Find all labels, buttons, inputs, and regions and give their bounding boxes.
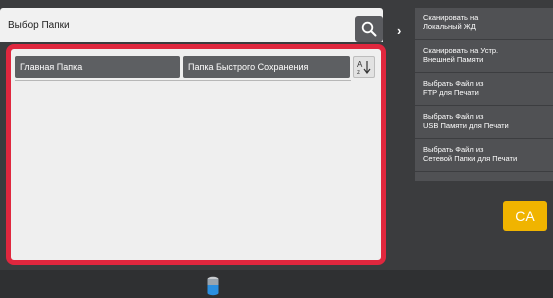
menu-item-scan-local-hdd[interactable]: Сканировать на Локальный ЖД bbox=[415, 8, 553, 40]
menu-item-line: Выбрать Файл из bbox=[423, 79, 484, 88]
tab-divider bbox=[15, 80, 351, 81]
chevron-right-icon[interactable]: › bbox=[397, 23, 401, 38]
main-folder-tab[interactable]: Главная Папка bbox=[15, 56, 180, 78]
bottom-bar bbox=[0, 270, 553, 298]
screen: Выбор Папки Главная Папка Папка Быстрого… bbox=[0, 0, 553, 298]
right-menu: Сканировать на Локальный ЖД Сканировать … bbox=[415, 8, 553, 181]
search-button[interactable] bbox=[355, 16, 383, 42]
menu-item-line: Сканировать на bbox=[423, 13, 479, 22]
menu-item-scan-external-memory[interactable]: Сканировать на Устр. Внешней Памяти bbox=[415, 41, 553, 73]
svg-text:z: z bbox=[357, 70, 360, 76]
menu-item-line: FTP для Печати bbox=[423, 88, 479, 97]
quick-file-folder-tab[interactable]: Папка Быстрого Сохранения bbox=[183, 56, 350, 78]
menu-item-usb-print[interactable]: Выбрать Файл из USB Памяти для Печати bbox=[415, 107, 553, 139]
svg-text:A: A bbox=[357, 60, 363, 69]
toner-icon[interactable] bbox=[206, 276, 220, 296]
menu-item-network-folder-print[interactable]: Выбрать Файл из Сетевой Папки для Печати bbox=[415, 140, 553, 172]
folder-panel: Главная Папка Папка Быстрого Сохранения … bbox=[6, 44, 386, 265]
menu-item-line: Локальный ЖД bbox=[423, 22, 476, 31]
menu-item-line: Сетевой Папки для Печати bbox=[423, 154, 518, 163]
menu-item-line: Внешней Памяти bbox=[423, 55, 484, 64]
menu-item-line: USB Памяти для Печати bbox=[423, 121, 509, 130]
clear-all-button[interactable]: CA bbox=[503, 201, 547, 231]
menu-item-ftp-print[interactable]: Выбрать Файл из FTP для Печати bbox=[415, 74, 553, 106]
menu-item-line: Выбрать Файл из bbox=[423, 145, 484, 154]
page-title: Выбор Папки bbox=[8, 20, 70, 31]
sort-button[interactable]: A z bbox=[353, 56, 375, 78]
menu-item-line: Выбрать Файл из bbox=[423, 112, 484, 121]
menu-item-line: Сканировать на Устр. bbox=[423, 46, 499, 55]
search-icon bbox=[361, 21, 377, 37]
header: Выбор Папки bbox=[0, 8, 383, 42]
sort-az-icon: A z bbox=[357, 60, 371, 76]
